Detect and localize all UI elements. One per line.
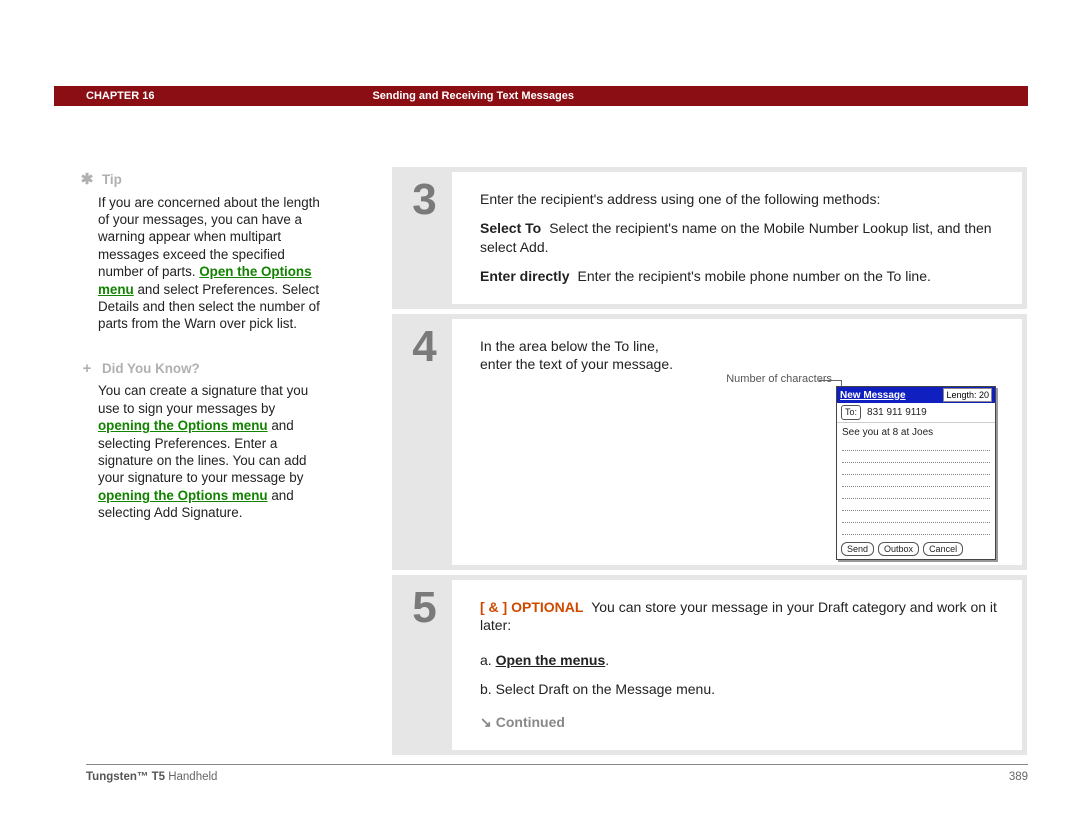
step5-a-prefix: a. xyxy=(480,652,496,668)
continued-label: Continued xyxy=(496,714,565,730)
open-menus-link[interactable]: Open the menus xyxy=(496,652,606,668)
char-count-callout: Number of characters xyxy=(726,372,832,387)
tip-label: Tip xyxy=(102,171,122,188)
optional-tag: [ & ] OPTIONAL xyxy=(480,599,583,615)
steps-column: 3 Enter the recipient's address using on… xyxy=(392,167,1027,760)
chapter-label: CHAPTER 16 xyxy=(86,90,154,102)
chapter-title: Sending and Receiving Text Messages xyxy=(372,90,574,102)
mock-cancel-button[interactable]: Cancel xyxy=(923,542,963,556)
step-5: 5 [ & ] OPTIONAL You can store your mess… xyxy=(392,575,1027,755)
dyk-heading: + Did You Know? xyxy=(98,359,323,379)
footer-product-rest: Handheld xyxy=(165,771,217,783)
mock-send-button[interactable]: Send xyxy=(841,542,874,556)
step4-line2: enter the text of your message. xyxy=(480,356,673,372)
step5-a-post: . xyxy=(605,652,609,668)
footer-product: Tungsten™ T5 Handheld xyxy=(86,771,217,783)
page-footer: Tungsten™ T5 Handheld 389 xyxy=(86,764,1028,783)
step5-a: a. Open the menus. xyxy=(480,651,998,670)
enter-directly-text: Enter the recipient's mobile phone numbe… xyxy=(577,268,930,284)
step-number: 4 xyxy=(397,319,452,565)
chapter-header-bar: CHAPTER 16 Sending and Receiving Text Me… xyxy=(54,86,1028,106)
step5-b: b. Select Draft on the Message menu. xyxy=(480,680,998,699)
mock-outbox-button[interactable]: Outbox xyxy=(878,542,919,556)
plus-icon: + xyxy=(80,359,94,379)
select-to-text: Select the recipient's name on the Mobil… xyxy=(480,220,992,255)
mock-text-lines xyxy=(837,439,995,539)
step3-intro: Enter the recipient's address using one … xyxy=(480,190,998,209)
open-options-link-2[interactable]: opening the Options menu xyxy=(98,418,268,433)
open-options-link-3[interactable]: opening the Options menu xyxy=(98,488,268,503)
step-number: 5 xyxy=(397,580,452,750)
device-screenshot-mock: New Message Length: 20 To: 831 911 9119 … xyxy=(836,386,996,560)
dyk-body: You can create a signature that you use … xyxy=(98,382,323,521)
continued-indicator: ↘Continued xyxy=(480,713,998,732)
dyk-pre: You can create a signature that you use … xyxy=(98,383,308,415)
step-4: 4 In the area below the To line, enter t… xyxy=(392,314,1027,570)
mock-length-badge: Length: 20 xyxy=(943,388,992,402)
asterisk-icon: ✱ xyxy=(80,170,94,190)
step-number: 3 xyxy=(397,172,452,304)
step-body: In the area below the To line, enter the… xyxy=(452,319,1022,565)
step3-option-a: Select ToSelect the recipient's name on … xyxy=(480,219,998,257)
step3-option-b: Enter directly Enter the recipient's mobi… xyxy=(480,267,998,286)
mock-to-value: 831 911 9119 xyxy=(867,406,927,420)
dyk-label: Did You Know? xyxy=(102,360,200,377)
footer-product-bold: Tungsten™ T5 xyxy=(86,771,165,783)
step-3: 3 Enter the recipient's address using on… xyxy=(392,167,1027,309)
mock-message-body: See you at 8 at Joes xyxy=(837,423,995,440)
select-to-label: Select To xyxy=(480,220,541,236)
step4-line1: In the area below the To line, xyxy=(480,338,659,354)
mock-to-button[interactable]: To: xyxy=(841,405,861,419)
tip-heading: ✱ Tip xyxy=(98,170,323,190)
enter-directly-label: Enter directly xyxy=(480,268,569,284)
tip-body: If you are concerned about the length of… xyxy=(98,194,323,333)
sidebar-notes: ✱ Tip If you are concerned about the len… xyxy=(98,170,323,522)
step-body: [ & ] OPTIONAL You can store your messag… xyxy=(452,580,1022,750)
step-body: Enter the recipient's address using one … xyxy=(452,172,1022,304)
page-number: 389 xyxy=(1009,771,1028,783)
mock-window-title: New Message xyxy=(840,389,906,403)
continued-arrow-icon: ↘ xyxy=(480,713,492,732)
